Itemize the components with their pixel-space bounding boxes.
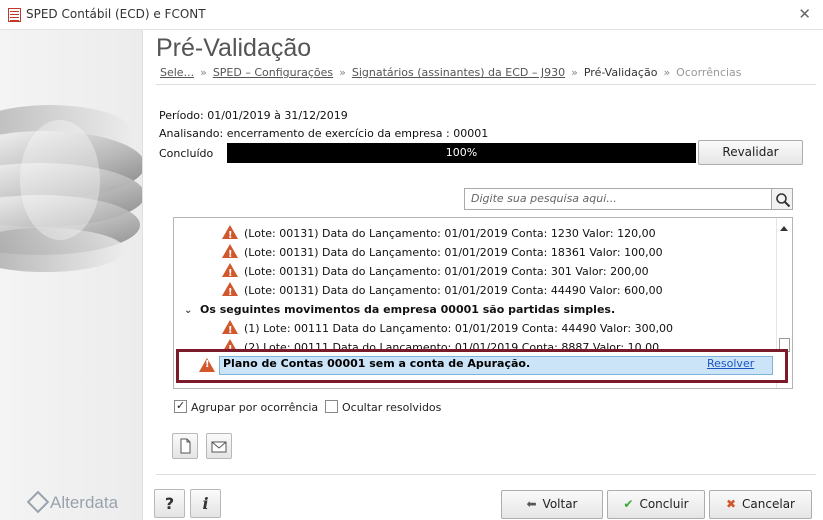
- check-icon: ✔: [623, 497, 634, 511]
- brand-logo: Alterdata: [26, 490, 119, 514]
- voltar-button[interactable]: ⬅ Voltar: [501, 490, 603, 519]
- envelope-icon: [211, 441, 227, 453]
- progress-bar: 100%: [227, 143, 696, 163]
- scroll-up-icon[interactable]: [780, 226, 788, 231]
- document-icon: [180, 438, 191, 454]
- tree-item[interactable]: (Lote: 00131) Data do Lançamento: 01/01/…: [222, 224, 656, 245]
- breadcrumb: Sele... » SPED – Configurações » Signatários…: [160, 66, 742, 79]
- warning-icon: [199, 358, 215, 372]
- warning-icon: [222, 282, 238, 302]
- info-button[interactable]: i: [190, 489, 221, 518]
- alterdata-logo-icon: [26, 490, 50, 514]
- warning-icon: [222, 225, 238, 245]
- search-input[interactable]: Digite sua pesquisa aqui...: [464, 188, 772, 210]
- tree-item[interactable]: (Lote: 00131) Data do Lançamento: 01/01/…: [222, 281, 663, 302]
- decorative-shape-icon: [0, 105, 142, 272]
- breadcrumb-item-ocorrencias: Ocorrências: [676, 66, 742, 79]
- breadcrumb-item-sele[interactable]: Sele...: [160, 66, 194, 79]
- periodo-text: Período: 01/01/2019 à 31/12/2019: [159, 109, 348, 122]
- tree-item[interactable]: (1) Lote: 00111 Data do Lançamento: 01/0…: [222, 319, 673, 340]
- concluir-button[interactable]: ✔ Concluir: [607, 490, 705, 519]
- selected-occurrence-highlight: Plano de Contas 00001 sem a conta de Apu…: [176, 349, 788, 383]
- tree-group-partidas-simples[interactable]: ⌄ Os seguintes movimentos da empresa 0000…: [184, 300, 615, 319]
- x-icon: ✖: [725, 497, 737, 511]
- checkbox-unchecked-icon[interactable]: [325, 400, 338, 413]
- breadcrumb-separator: »: [663, 66, 671, 79]
- analisando-text: Analisando: encerramento de exercício da…: [159, 127, 489, 140]
- breadcrumb-item-sped-configuracoes[interactable]: SPED – Configurações: [213, 66, 333, 79]
- warning-icon: [222, 263, 238, 283]
- title-bar: SPED Contábil (ECD) e FCONT ✕: [0, 0, 823, 30]
- help-button[interactable]: ?: [154, 489, 185, 518]
- breadcrumb-item-signatarios[interactable]: Signatários (assinantes) da ECD – J930: [352, 66, 565, 79]
- concluido-label: Concluído: [159, 147, 214, 160]
- checkbox-checked-icon[interactable]: [174, 399, 187, 413]
- document-button[interactable]: [172, 433, 198, 459]
- search-icon: [776, 193, 791, 208]
- tree-item[interactable]: (Lote: 00131) Data do Lançamento: 01/01/…: [222, 262, 649, 283]
- breadcrumb-separator: »: [200, 66, 207, 79]
- selected-occurrence-text[interactable]: Plano de Contas 00001 sem a conta de Apu…: [223, 357, 530, 370]
- resolver-link[interactable]: Resolver: [707, 357, 754, 370]
- ocultar-checkbox[interactable]: Ocultar resolvidos: [325, 400, 441, 414]
- page-title: Pré-Validação: [156, 34, 312, 62]
- close-icon[interactable]: ✕: [798, 5, 811, 23]
- revalidar-button[interactable]: Revalidar: [698, 140, 803, 165]
- footer-divider: [156, 474, 816, 475]
- window-title: SPED Contábil (ECD) e FCONT: [26, 7, 206, 21]
- chevron-down-icon[interactable]: ⌄: [184, 301, 194, 320]
- cancelar-button[interactable]: ✖ Cancelar: [709, 490, 812, 519]
- warning-icon: [222, 244, 238, 264]
- app-icon: [8, 8, 21, 22]
- breadcrumb-separator: »: [571, 66, 578, 79]
- brand-name: Alterdata: [50, 493, 119, 512]
- email-button[interactable]: [206, 433, 232, 459]
- arrow-left-icon: ⬅: [526, 497, 537, 511]
- search-button[interactable]: [771, 188, 793, 210]
- breadcrumb-separator: »: [339, 66, 346, 79]
- warning-icon: [222, 320, 238, 340]
- agrupar-checkbox[interactable]: Agrupar por ocorrência: [174, 399, 318, 414]
- header-divider: [156, 84, 816, 85]
- left-decorative-panel: [0, 30, 143, 520]
- tree-item[interactable]: (Lote: 00131) Data do Lançamento: 01/01/…: [222, 243, 663, 264]
- breadcrumb-item-pre-validacao: Pré-Validação: [583, 66, 658, 79]
